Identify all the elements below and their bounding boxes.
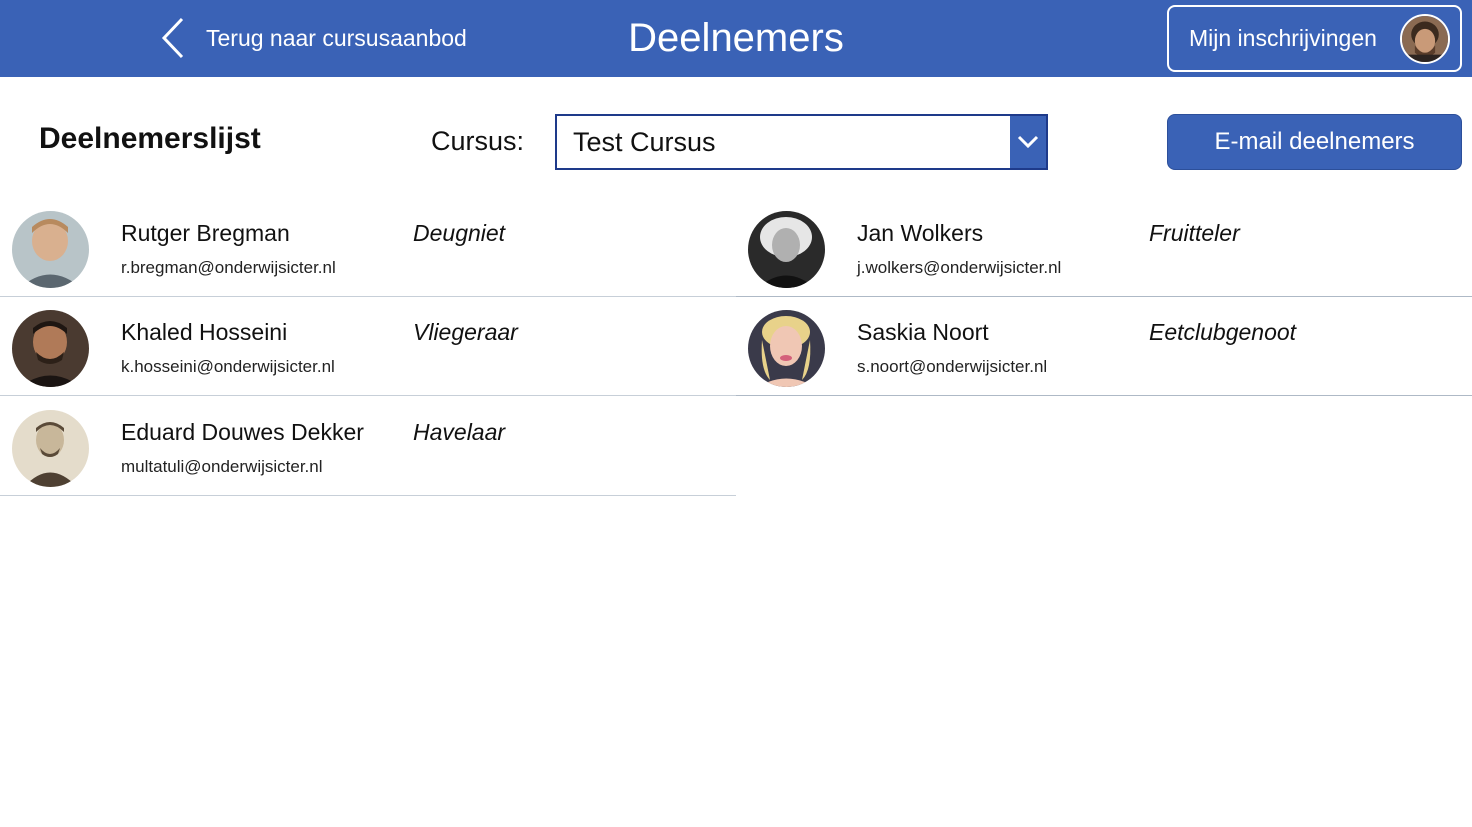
participant-card[interactable]: Eduard Douwes Dekker multatuli@onderwijs… xyxy=(0,397,736,496)
participant-email: j.wolkers@onderwijsicter.nl xyxy=(857,258,1062,277)
user-avatar xyxy=(1400,14,1450,64)
participant-card[interactable]: Jan Wolkers j.wolkers@onderwijsicter.nl … xyxy=(736,198,1472,297)
course-label: Cursus: xyxy=(431,126,525,156)
participant-name: Eduard Douwes Dekker xyxy=(121,419,364,445)
chevron-left-icon xyxy=(161,17,184,59)
participants-list-title: Deelnemerslijst xyxy=(39,122,261,155)
participant-avatar xyxy=(12,310,89,387)
participant-role: Fruitteler xyxy=(1149,220,1240,246)
course-dropdown-value: Test Cursus xyxy=(573,126,716,157)
back-button-label: Terug naar cursusaanbod xyxy=(206,24,467,51)
participant-role: Eetclubgenoot xyxy=(1149,319,1297,345)
participant-avatar xyxy=(12,410,89,487)
participant-avatar xyxy=(748,310,825,387)
dropdown-toggle[interactable] xyxy=(1010,116,1046,168)
participant-name: Khaled Hosseini xyxy=(121,319,288,345)
participant-card[interactable]: Saskia Noort s.noort@onderwijsicter.nl E… xyxy=(736,297,1472,396)
participant-role: Vliegeraar xyxy=(413,319,518,345)
participant-email: k.hosseini@onderwijsicter.nl xyxy=(121,357,335,376)
participant-name: Saskia Noort xyxy=(857,319,989,345)
my-registrations-label: Mijn inschrijvingen xyxy=(1189,25,1377,51)
chevron-down-icon xyxy=(1017,135,1039,149)
participant-avatar xyxy=(12,211,89,288)
back-button[interactable]: Terug naar cursusaanbod xyxy=(158,14,467,62)
course-dropdown[interactable]: Test Cursus xyxy=(555,114,1048,170)
participant-email: r.bregman@onderwijsicter.nl xyxy=(121,258,336,277)
participant-avatar xyxy=(748,211,825,288)
my-registrations-button[interactable]: Mijn inschrijvingen xyxy=(1167,5,1462,72)
participant-email: multatuli@onderwijsicter.nl xyxy=(121,457,323,476)
participant-role: Havelaar xyxy=(413,419,506,445)
participant-card[interactable]: Khaled Hosseini k.hosseini@onderwijsicte… xyxy=(0,297,736,396)
participant-email: s.noort@onderwijsicter.nl xyxy=(857,357,1048,376)
participant-name: Rutger Bregman xyxy=(121,220,290,246)
participant-name: Jan Wolkers xyxy=(857,220,984,246)
email-participants-button[interactable]: E-mail deelnemers xyxy=(1167,114,1462,170)
participant-role: Deugniet xyxy=(413,220,506,246)
participant-card[interactable]: Rutger Bregman r.bregman@onderwijsicter.… xyxy=(0,198,736,297)
app-header: Terug naar cursusaanbod Deelnemers Mijn … xyxy=(0,0,1472,77)
